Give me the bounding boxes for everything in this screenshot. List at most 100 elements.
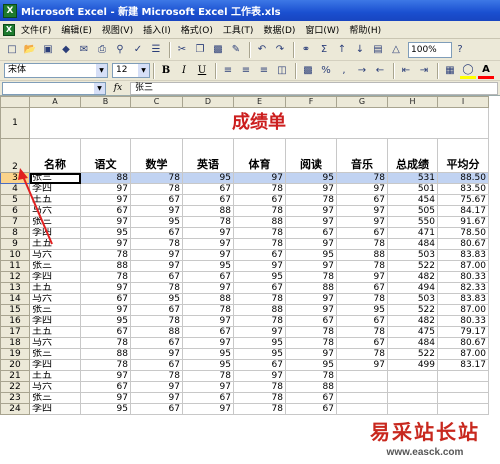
row-header[interactable]: 6 (0, 205, 30, 217)
align-right-icon[interactable]: ≡ (256, 63, 272, 79)
score-cell[interactable]: 95 (80, 227, 131, 239)
save-icon[interactable]: ▣ (40, 42, 56, 58)
column-title[interactable]: 体育 (233, 138, 286, 173)
score-cell[interactable]: 95 (233, 337, 286, 349)
open-icon[interactable]: 📂 (22, 42, 38, 58)
row-header[interactable]: 18 (0, 337, 30, 349)
score-cell[interactable]: 97 (285, 348, 337, 360)
score-cell[interactable]: 67 (80, 381, 131, 393)
score-cell[interactable]: 501 (387, 183, 438, 195)
score-cell[interactable]: 97 (285, 293, 337, 305)
score-cell[interactable]: 97 (80, 304, 131, 316)
score-cell[interactable]: 67 (336, 194, 388, 206)
score-cell[interactable]: 78 (233, 381, 286, 393)
score-cell[interactable]: 78 (285, 326, 337, 338)
score-cell[interactable]: 84.17 (437, 205, 489, 217)
score-cell[interactable]: 88 (233, 304, 286, 316)
column-title[interactable]: 音乐 (336, 138, 388, 173)
score-cell[interactable] (387, 381, 438, 393)
score-cell[interactable]: 88 (80, 260, 131, 272)
score-cell[interactable] (336, 392, 388, 404)
column-header-h[interactable]: H (387, 96, 438, 108)
score-cell[interactable]: 78 (80, 271, 131, 283)
print-preview-icon[interactable]: ⚲ (112, 42, 128, 58)
row-header[interactable]: 2 (0, 138, 30, 173)
name-cell[interactable]: 马六 (29, 381, 81, 393)
research-icon[interactable]: ☰ (148, 42, 164, 58)
row-header[interactable]: 15 (0, 304, 30, 316)
score-cell[interactable]: 97 (182, 238, 234, 250)
score-cell[interactable]: 97 (80, 216, 131, 228)
currency-icon[interactable]: ▩ (300, 63, 316, 79)
score-cell[interactable] (437, 381, 489, 393)
help-icon[interactable]: ? (452, 42, 468, 58)
score-cell[interactable]: 505 (387, 205, 438, 217)
score-cell[interactable]: 95 (182, 260, 234, 272)
redo-icon[interactable]: ↷ (272, 42, 288, 58)
score-cell[interactable]: 67 (182, 326, 234, 338)
row-header[interactable]: 5 (0, 194, 30, 206)
score-cell[interactable]: 78 (285, 337, 337, 349)
row-header[interactable]: 1 (0, 107, 30, 139)
select-all-corner[interactable] (0, 96, 30, 108)
score-cell[interactable]: 78 (233, 205, 286, 217)
score-cell[interactable]: 97 (80, 238, 131, 250)
score-cell[interactable]: 87.00 (437, 304, 489, 316)
score-cell[interactable]: 78 (80, 249, 131, 261)
cut-icon[interactable]: ✂ (174, 42, 190, 58)
increase-decimal-icon[interactable]: → (354, 63, 370, 79)
score-cell[interactable]: 78 (233, 315, 286, 327)
score-cell[interactable]: 88 (80, 172, 131, 184)
score-cell[interactable]: 67 (130, 304, 183, 316)
score-cell[interactable]: 78 (182, 304, 234, 316)
function-icon[interactable]: fx (106, 83, 130, 93)
score-cell[interactable]: 97 (80, 282, 131, 294)
column-title[interactable]: 平均分 (437, 138, 489, 173)
name-cell[interactable]: 张三 (29, 172, 81, 184)
score-cell[interactable] (336, 370, 388, 382)
score-cell[interactable]: 87.00 (437, 348, 489, 360)
score-cell[interactable]: 475 (387, 326, 438, 338)
score-cell[interactable]: 484 (387, 337, 438, 349)
score-cell[interactable]: 97 (285, 216, 337, 228)
chevron-down-icon[interactable]: ▼ (138, 64, 149, 77)
row-header[interactable]: 23 (0, 392, 30, 404)
score-cell[interactable]: 78 (336, 238, 388, 250)
score-cell[interactable]: 78 (130, 370, 183, 382)
autosum-icon[interactable]: Σ (316, 42, 332, 58)
column-header-f[interactable]: F (285, 96, 337, 108)
score-cell[interactable]: 97 (285, 304, 337, 316)
excel-app-icon[interactable]: X (3, 3, 17, 18)
score-cell[interactable]: 67 (233, 249, 286, 261)
row-header[interactable]: 3 (0, 172, 30, 184)
zoom-select[interactable]: 100% (408, 41, 452, 58)
borders-icon[interactable]: ▦ (442, 63, 458, 79)
spelling-icon[interactable]: ✓ (130, 42, 146, 58)
cell-grid[interactable]: A B C D E F G H I 1 成绩单 2 名称 语文 数学 英语 体育 阅读 音乐 总成绩 平均分 3 张三 88 7… (0, 96, 489, 415)
score-cell[interactable]: 80.67 (437, 337, 489, 349)
merge-center-icon[interactable]: ◫ (274, 63, 290, 79)
name-cell[interactable]: 张三 (29, 260, 81, 272)
score-cell[interactable]: 88 (182, 293, 234, 305)
score-cell[interactable]: 67 (80, 293, 131, 305)
score-cell[interactable]: 67 (80, 205, 131, 217)
score-cell[interactable] (387, 403, 438, 415)
score-cell[interactable]: 499 (387, 359, 438, 371)
menu-tools[interactable]: 工具(T) (223, 23, 254, 36)
score-cell[interactable]: 67 (285, 392, 337, 404)
score-cell[interactable]: 95 (233, 348, 286, 360)
score-cell[interactable]: 67 (233, 194, 286, 206)
score-cell[interactable]: 95 (285, 172, 337, 184)
score-cell[interactable]: 67 (336, 315, 388, 327)
row-header[interactable]: 19 (0, 348, 30, 360)
name-cell[interactable]: 李四 (29, 271, 81, 283)
score-cell[interactable]: 80.33 (437, 315, 489, 327)
name-cell[interactable]: 马六 (29, 293, 81, 305)
worksheet[interactable]: A B C D E F G H I 1 成绩单 2 名称 语文 数学 英语 体育 阅读 音乐 总成绩 平均分 3 张三 88 7… (0, 96, 500, 464)
score-cell[interactable]: 80.33 (437, 271, 489, 283)
score-cell[interactable] (437, 392, 489, 404)
print-icon[interactable]: ⎙ (94, 42, 110, 58)
score-cell[interactable]: 78 (182, 216, 234, 228)
formula-input[interactable]: 张三 (130, 81, 498, 95)
score-cell[interactable]: 78 (233, 183, 286, 195)
